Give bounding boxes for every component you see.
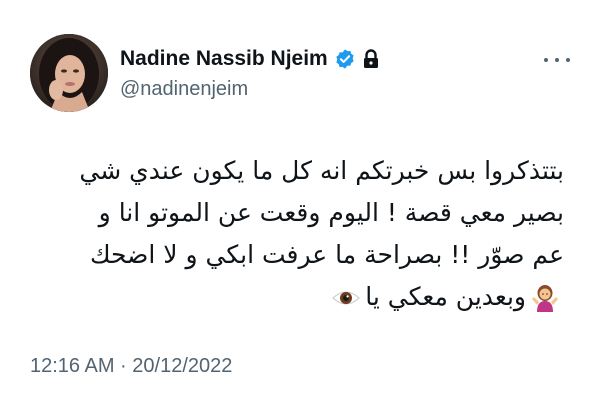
verified-badge-icon <box>334 48 356 70</box>
tweet-line-last: وبعدين معكي يا <box>28 276 564 318</box>
author-block: Nadine Nassib Njeim @nadinenjeim <box>120 44 380 101</box>
lock-icon <box>362 49 380 69</box>
tweet-line-text: وبعدين معكي يا <box>365 282 526 311</box>
display-name[interactable]: Nadine Nassib Njeim <box>120 47 328 71</box>
eye-emoji <box>331 283 361 313</box>
tweet-card: Nadine Nassib Njeim @nadinenjeim بتتذكرو… <box>0 0 600 407</box>
avatar[interactable] <box>30 34 108 112</box>
tweet-timestamp[interactable]: 12:16 AM · 20/12/2022 <box>30 355 232 378</box>
user-handle[interactable]: @nadinenjeim <box>120 78 380 101</box>
tweet-line: عم صوّر !! بصراحة ما عرفت ابكي و لا اضحك <box>89 240 564 269</box>
tweet-text: بتتذكروا بس خبرتكم انه كل ما يكون عندي ش… <box>28 150 564 318</box>
dot <box>566 58 570 62</box>
tweet-line: بتتذكروا بس خبرتكم انه كل ما يكون عندي ش… <box>79 156 564 185</box>
dot <box>555 58 559 62</box>
name-row: Nadine Nassib Njeim <box>120 44 380 74</box>
more-options-icon[interactable] <box>544 50 570 70</box>
dot <box>544 58 548 62</box>
woman-shrugging-emoji <box>530 283 560 313</box>
tweet-line: بصير معي قصة ! اليوم وقعت عن الموتو انا … <box>98 198 564 227</box>
